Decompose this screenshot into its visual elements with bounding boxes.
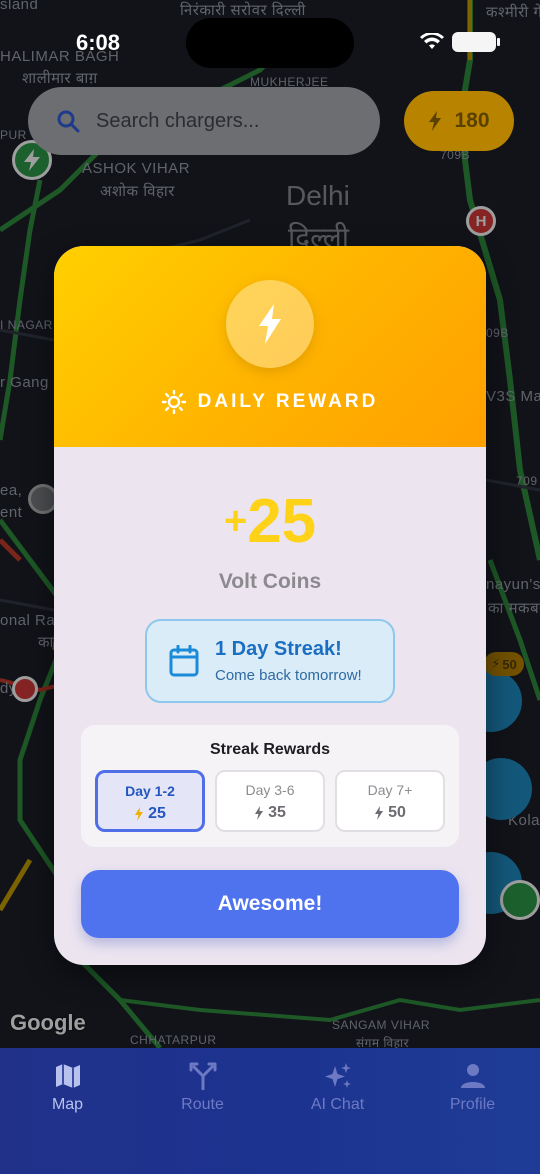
bolt-icon <box>375 806 384 820</box>
nav-item-profile[interactable]: Profile <box>405 1048 540 1174</box>
wifi-icon <box>420 33 444 49</box>
reward-tier-day-7-plus: Day 7+ 50 <box>335 770 445 832</box>
bolt-icon <box>255 806 264 820</box>
battery-icon <box>452 32 500 52</box>
bolt-icon <box>429 111 442 131</box>
streak-rewards-title: Streak Rewards <box>209 741 331 758</box>
reward-currency-label: Volt Coins <box>218 570 322 593</box>
search-icon <box>57 110 80 133</box>
tier-value: 35 <box>268 804 286 821</box>
streak-info-box: 1 Day Streak! Come back tomorrow! <box>145 619 395 703</box>
bolt-icon <box>259 304 281 344</box>
dynamic-island <box>186 18 354 68</box>
reward-amount-value: 25 <box>247 487 317 556</box>
calendar-icon <box>169 645 199 677</box>
reward-amount-prefix: + <box>223 499 248 543</box>
modal-header: DAILY REWARD <box>54 246 486 447</box>
nav-label: Map <box>51 1096 84 1113</box>
sparkles-icon <box>324 1063 351 1088</box>
tier-value: 25 <box>148 805 166 822</box>
tier-value-row: 25 <box>98 805 202 823</box>
nav-label: Route <box>181 1096 224 1113</box>
streak-subtitle: Come back tomorrow! <box>215 667 362 684</box>
map-icon <box>55 1064 80 1088</box>
person-icon <box>460 1064 485 1088</box>
bottom-nav: Map Route AI Chat Profile <box>0 1048 540 1174</box>
tier-value: 50 <box>388 804 406 821</box>
coin-balance: 180 <box>454 109 490 132</box>
daily-reward-modal: DAILY REWARD +25 Volt Coins 1 Day Streak… <box>54 246 486 965</box>
tier-value-row: 50 <box>337 804 443 822</box>
reward-title: DAILY REWARD <box>197 391 379 412</box>
nav-label: Profile <box>449 1096 496 1113</box>
bolt-icon <box>135 807 144 821</box>
search-bar[interactable]: Search chargers... <box>28 87 380 155</box>
nav-item-ai-chat[interactable]: AI Chat <box>270 1048 405 1174</box>
search-placeholder: Search chargers... <box>96 109 260 132</box>
status-icons <box>420 32 500 52</box>
tier-value-row: 35 <box>217 804 323 822</box>
reward-title-row: DAILY REWARD <box>54 390 486 414</box>
streak-title: 1 Day Streak! <box>215 638 342 660</box>
awesome-button[interactable]: Awesome! <box>81 870 459 938</box>
status-time: 6:08 <box>76 30 121 55</box>
sun-icon <box>161 390 186 414</box>
route-fork-icon <box>189 1062 216 1090</box>
nav-item-map[interactable]: Map <box>0 1048 135 1174</box>
reward-amount: +25 <box>54 486 486 557</box>
nav-item-route[interactable]: Route <box>135 1048 270 1174</box>
reward-icon-badge <box>226 280 314 368</box>
reward-tier-day-3-6: Day 3-6 35 <box>215 770 325 832</box>
nav-label: AI Chat <box>310 1096 365 1113</box>
coin-balance-button[interactable]: 180 <box>404 91 514 151</box>
tier-label: Day 1-2 <box>125 783 175 799</box>
reward-tier-day-1-2: Day 1-2 25 <box>95 770 205 832</box>
streak-rewards-panel: Streak Rewards Day 1-2 25 Day 3-6 35 Day… <box>81 725 459 847</box>
tier-label: Day 3-6 <box>245 782 295 798</box>
tier-label: Day 7+ <box>367 782 413 798</box>
